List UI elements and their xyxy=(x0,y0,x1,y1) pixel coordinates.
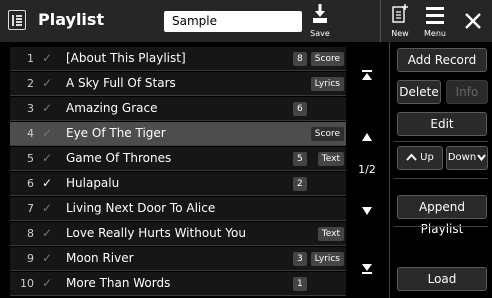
panel-separator xyxy=(394,226,488,227)
new-label: New xyxy=(391,29,409,38)
new-playlist-icon xyxy=(392,4,408,23)
chevron-down-icon xyxy=(477,153,486,161)
edit-button[interactable]: Edit xyxy=(397,112,487,136)
record-number: 7 xyxy=(27,202,34,215)
checkmark-icon[interactable]: ✓ xyxy=(42,101,52,115)
menu-label: Menu xyxy=(424,29,446,38)
list-item[interactable]: 7 ✓ Living Next Door To Alice xyxy=(10,197,346,221)
record-title: Hulapalu xyxy=(66,176,120,190)
panel-separator xyxy=(394,141,488,142)
list-item[interactable]: 3 ✓ Amazing Grace 6 xyxy=(10,97,346,121)
record-title: Eye Of The Tiger xyxy=(66,126,166,140)
scroll-down-button[interactable] xyxy=(348,201,386,220)
checkmark-icon[interactable]: ✓ xyxy=(42,51,52,65)
bottom-arrow-icon xyxy=(362,264,372,274)
checkmark-icon[interactable]: ✓ xyxy=(42,226,52,240)
playlist-icon xyxy=(8,10,26,30)
playlist-record-list: 1 ✓ [About This Playlist] 8 Score 2 ✓ A Sky Ful… xyxy=(10,47,346,296)
close-icon xyxy=(465,13,481,29)
record-title: Moon River xyxy=(66,251,134,265)
record-number: 4 xyxy=(27,127,34,140)
checkmark-icon[interactable]: ✓ xyxy=(42,176,52,190)
record-number: 3 xyxy=(27,102,34,115)
add-record-button[interactable]: Add Record xyxy=(397,48,487,72)
content-type-badge: Text xyxy=(317,152,344,166)
checkmark-icon[interactable]: ✓ xyxy=(42,201,52,215)
scroll-controls: 1/2 xyxy=(348,47,386,291)
registration-count-badge: 5 xyxy=(293,152,307,166)
record-number: 9 xyxy=(27,252,34,265)
menu-icon-bar xyxy=(426,21,444,24)
save-button[interactable]: Save xyxy=(306,4,334,40)
list-item[interactable]: 8 ✓ Love Really Hurts Without You Text xyxy=(10,222,346,246)
record-title: Living Next Door To Alice xyxy=(66,201,216,215)
record-number: 6 xyxy=(27,177,34,190)
scroll-up-button[interactable] xyxy=(348,127,386,146)
record-title: Amazing Grace xyxy=(66,101,158,115)
record-number: 5 xyxy=(27,152,34,165)
list-item[interactable]: 2 ✓ A Sky Full Of Stars Lyrics xyxy=(10,72,346,96)
checkmark-icon[interactable]: ✓ xyxy=(42,251,52,265)
scroll-bottom-button[interactable] xyxy=(348,259,386,278)
page-title: Playlist xyxy=(38,10,105,29)
down-arrow-icon xyxy=(362,207,372,215)
content-type-badge: Score xyxy=(310,52,344,66)
panel-separator xyxy=(394,178,488,179)
checkmark-icon[interactable]: ✓ xyxy=(42,151,52,165)
save-icon xyxy=(313,4,327,23)
checkmark-icon[interactable]: ✓ xyxy=(42,126,52,140)
up-arrow-icon xyxy=(362,133,372,141)
list-item[interactable]: 4 ✓ Eye Of The Tiger Score xyxy=(10,122,346,146)
new-button[interactable]: New xyxy=(389,4,411,40)
top-bar: Playlist Sample Save New Menu xyxy=(0,0,492,42)
checkmark-icon[interactable]: ✓ xyxy=(42,276,52,290)
content-type-badge: Text xyxy=(317,227,344,241)
record-title: More Than Words xyxy=(66,276,171,290)
panel-divider xyxy=(389,42,390,298)
content-type-badge: Lyrics xyxy=(310,252,344,266)
page-indicator: 1/2 xyxy=(358,163,376,176)
save-label: Save xyxy=(310,29,330,38)
checkmark-icon[interactable]: ✓ xyxy=(42,76,52,90)
menu-button[interactable]: Menu xyxy=(422,4,448,40)
registration-count-badge: 2 xyxy=(293,177,307,191)
list-item[interactable]: 10 ✓ More Than Words 1 xyxy=(10,272,346,296)
list-item[interactable]: 5 ✓ Game Of Thrones 5 Text xyxy=(10,147,346,171)
move-up-label: Up xyxy=(420,152,434,163)
record-number: 8 xyxy=(27,227,34,240)
move-down-label: Down xyxy=(447,152,477,163)
move-down-button[interactable]: Down xyxy=(446,146,488,170)
toolbar-divider xyxy=(380,0,381,42)
list-item[interactable]: 9 ✓ Moon River 3 Lyrics xyxy=(10,247,346,271)
registration-count-badge: 6 xyxy=(293,102,307,116)
move-up-button[interactable]: Up xyxy=(397,146,443,170)
record-title: A Sky Full Of Stars xyxy=(66,76,176,90)
record-title: Game Of Thrones xyxy=(66,151,172,165)
append-playlist-button[interactable]: Append Playlist xyxy=(397,195,487,236)
registration-count-badge: 3 xyxy=(293,252,307,266)
info-button[interactable]: Info xyxy=(446,80,488,104)
record-number: 2 xyxy=(27,77,34,90)
load-button[interactable]: Load xyxy=(397,267,487,291)
scroll-top-button[interactable] xyxy=(348,67,386,86)
record-number: 1 xyxy=(27,52,34,65)
record-number: 10 xyxy=(20,277,34,290)
list-item[interactable]: 6 ✓ Hulapalu 2 xyxy=(10,172,346,196)
content-type-badge: Score xyxy=(310,127,344,141)
chevron-up-icon xyxy=(406,153,417,161)
menu-icon xyxy=(426,7,444,10)
delete-button[interactable]: Delete xyxy=(397,80,441,104)
playlist-name-field[interactable]: Sample xyxy=(164,11,302,32)
list-item[interactable]: 1 ✓ [About This Playlist] 8 Score xyxy=(10,47,346,71)
record-title: [About This Playlist] xyxy=(66,51,186,65)
close-button[interactable] xyxy=(460,8,486,34)
registration-count-badge: 1 xyxy=(293,277,307,291)
menu-icon-bar xyxy=(426,14,444,17)
registration-count-badge: 8 xyxy=(293,52,307,66)
record-title: Love Really Hurts Without You xyxy=(66,226,246,240)
content-type-badge: Lyrics xyxy=(310,77,344,91)
top-arrow-icon xyxy=(362,70,372,80)
